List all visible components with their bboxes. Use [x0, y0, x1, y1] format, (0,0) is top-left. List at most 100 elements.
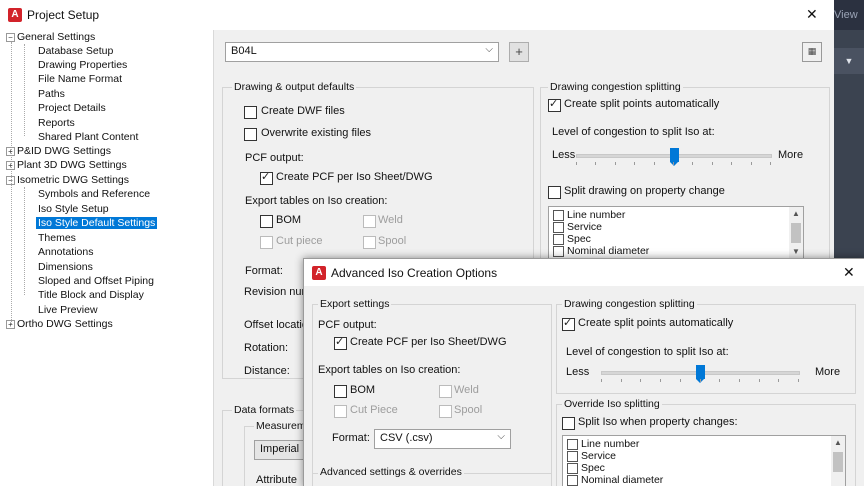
property-list[interactable]: Line number Service Spec Nominal diamete…	[548, 206, 804, 261]
create-pcf-checkbox[interactable]	[334, 335, 347, 350]
tree-item-iso-style-default-settings[interactable]: Iso Style Default Settings	[36, 216, 158, 230]
slider-tick	[798, 379, 799, 382]
spool-checkbox[interactable]	[439, 405, 452, 418]
slider-tick	[778, 379, 779, 382]
create-split-points-label: Create split points automatically	[564, 98, 720, 110]
autodesk-plant-app-icon: A	[312, 266, 326, 280]
split-on-property-checkbox[interactable]	[548, 186, 561, 199]
list-scrollbar[interactable]: ▲	[831, 436, 845, 486]
export-settings-group	[312, 304, 552, 486]
create-pcf-label: Create PCF per Iso Sheet/DWG	[350, 336, 507, 348]
tree-item-drawing-properties[interactable]: Drawing Properties	[38, 58, 127, 72]
slider-tick	[751, 162, 752, 165]
tree-item-themes[interactable]: Themes	[38, 231, 76, 245]
chevron-down-icon[interactable]: ▼	[834, 48, 864, 74]
tree-item-sloped-offset-piping[interactable]: Sloped and Offset Piping	[38, 274, 154, 288]
style-image-icon[interactable]: ▦	[802, 42, 822, 62]
slider-tick	[660, 379, 661, 382]
cut-piece-checkbox[interactable]	[260, 236, 273, 249]
list-item[interactable]: Spec	[567, 462, 605, 474]
tree-item-dimensions[interactable]: Dimensions	[38, 260, 93, 274]
weld-label: Weld	[454, 384, 479, 396]
dialog-slider-more-label: More	[815, 366, 841, 378]
spool-checkbox[interactable]	[363, 236, 376, 249]
scroll-up-icon[interactable]: ▲	[789, 209, 803, 218]
list-scrollbar[interactable]: ▲ ▼	[789, 207, 803, 260]
congestion-slider[interactable]	[576, 148, 772, 172]
weld-checkbox[interactable]	[363, 215, 376, 228]
dialog-slider-less-label: Less	[566, 366, 590, 378]
bom-label: BOM	[276, 214, 302, 226]
format-combo[interactable]: CSV (.csv) ⌵	[374, 429, 511, 449]
expand-icon[interactable]: +	[6, 319, 15, 329]
dialog-title: Advanced Iso Creation Options	[331, 266, 498, 280]
format-label: Format:	[332, 432, 370, 444]
window-title: Project Setup	[27, 8, 100, 22]
iso-style-combo[interactable]: B04L ⌵	[225, 42, 499, 62]
tree-item-plant3d-dwg-settings[interactable]: + Plant 3D DWG Settings	[6, 158, 127, 172]
tree-item-title-block-display[interactable]: Title Block and Display	[38, 288, 144, 302]
tree-item-database-setup[interactable]: Database Setup	[38, 44, 113, 58]
bom-checkbox[interactable]	[334, 385, 347, 398]
collapse-icon[interactable]: −	[6, 32, 15, 42]
split-when-checkbox[interactable]	[562, 417, 575, 430]
list-item[interactable]: Line number	[567, 438, 639, 450]
slider-tick	[673, 162, 674, 165]
list-item[interactable]: Spec	[553, 233, 591, 245]
weld-label: Weld	[378, 214, 403, 226]
create-split-points-checkbox[interactable]	[548, 97, 561, 112]
dialog-create-split-checkbox[interactable]	[562, 316, 575, 331]
spool-label: Spool	[378, 235, 407, 247]
create-dwf-checkbox[interactable]	[244, 106, 257, 119]
list-item[interactable]: Line number	[553, 209, 625, 221]
expand-icon[interactable]: +	[6, 146, 15, 156]
slider-tick	[739, 379, 740, 382]
congestion-level-label: Level of congestion to split Iso at:	[552, 126, 715, 138]
slider-tick	[595, 162, 596, 165]
tree-item-symbols-and-reference[interactable]: Symbols and Reference	[38, 187, 150, 201]
dialog-congestion-slider[interactable]	[601, 365, 800, 389]
tree-item-ortho-dwg-settings[interactable]: + Ortho DWG Settings	[6, 317, 113, 331]
background-view-tab: View	[834, 0, 864, 30]
tree-item-general-settings[interactable]: − General Settings	[6, 30, 95, 44]
slider-tick	[615, 162, 616, 165]
tree-item-reports[interactable]: Reports	[38, 116, 75, 130]
expand-icon[interactable]: +	[6, 160, 15, 170]
revision-number-label: Revision num	[244, 286, 311, 298]
list-item[interactable]: Nominal diameter	[553, 245, 649, 257]
slider-tick	[692, 162, 693, 165]
settings-tree: − General Settings Database Setup Drawing…	[0, 30, 214, 486]
export-tables-label: Export tables on Iso creation:	[318, 364, 461, 376]
bom-checkbox[interactable]	[260, 215, 273, 228]
weld-checkbox[interactable]	[439, 385, 452, 398]
tree-item-shared-plant-content[interactable]: Shared Plant Content	[38, 130, 138, 144]
advanced-settings-group-label: Advanced settings & overrides	[318, 466, 464, 478]
tree-item-annotations[interactable]: Annotations	[38, 245, 93, 259]
list-item[interactable]: Nominal diameter	[567, 474, 663, 486]
tree-item-project-details[interactable]: Project Details	[38, 101, 106, 115]
add-style-button[interactable]: +	[509, 42, 529, 62]
tree-item-live-preview[interactable]: Live Preview	[38, 303, 98, 317]
scroll-down-icon[interactable]: ▼	[789, 247, 803, 256]
create-pcf-checkbox[interactable]	[260, 170, 273, 185]
dialog-property-list[interactable]: Line number Service Spec Nominal diamete…	[562, 435, 846, 486]
tree-item-file-name-format[interactable]: File Name Format	[38, 72, 122, 86]
chevron-down-icon: ⌵	[485, 44, 493, 55]
list-item[interactable]: Service	[567, 450, 616, 462]
list-item[interactable]: Service	[553, 221, 602, 233]
dialog-close-button[interactable]: ✕	[843, 264, 855, 281]
slider-thumb[interactable]	[696, 365, 705, 383]
distance-label: Distance:	[244, 365, 290, 377]
tree-item-paths[interactable]: Paths	[38, 87, 65, 101]
close-button[interactable]: ✕	[806, 6, 818, 23]
tree-item-isometric-dwg-settings[interactable]: − Isometric DWG Settings	[6, 173, 129, 187]
overwrite-files-checkbox[interactable]	[244, 128, 257, 141]
pcf-output-label: PCF output:	[318, 319, 377, 331]
cut-piece-checkbox[interactable]	[334, 405, 347, 418]
slider-less-label: Less	[552, 149, 576, 161]
slider-thumb[interactable]	[670, 148, 679, 166]
collapse-icon[interactable]: −	[6, 175, 15, 185]
tree-item-pid-dwg-settings[interactable]: + P&ID DWG Settings	[6, 144, 111, 158]
scroll-up-icon[interactable]: ▲	[831, 438, 845, 447]
tree-item-iso-style-setup[interactable]: Iso Style Setup	[38, 202, 109, 216]
